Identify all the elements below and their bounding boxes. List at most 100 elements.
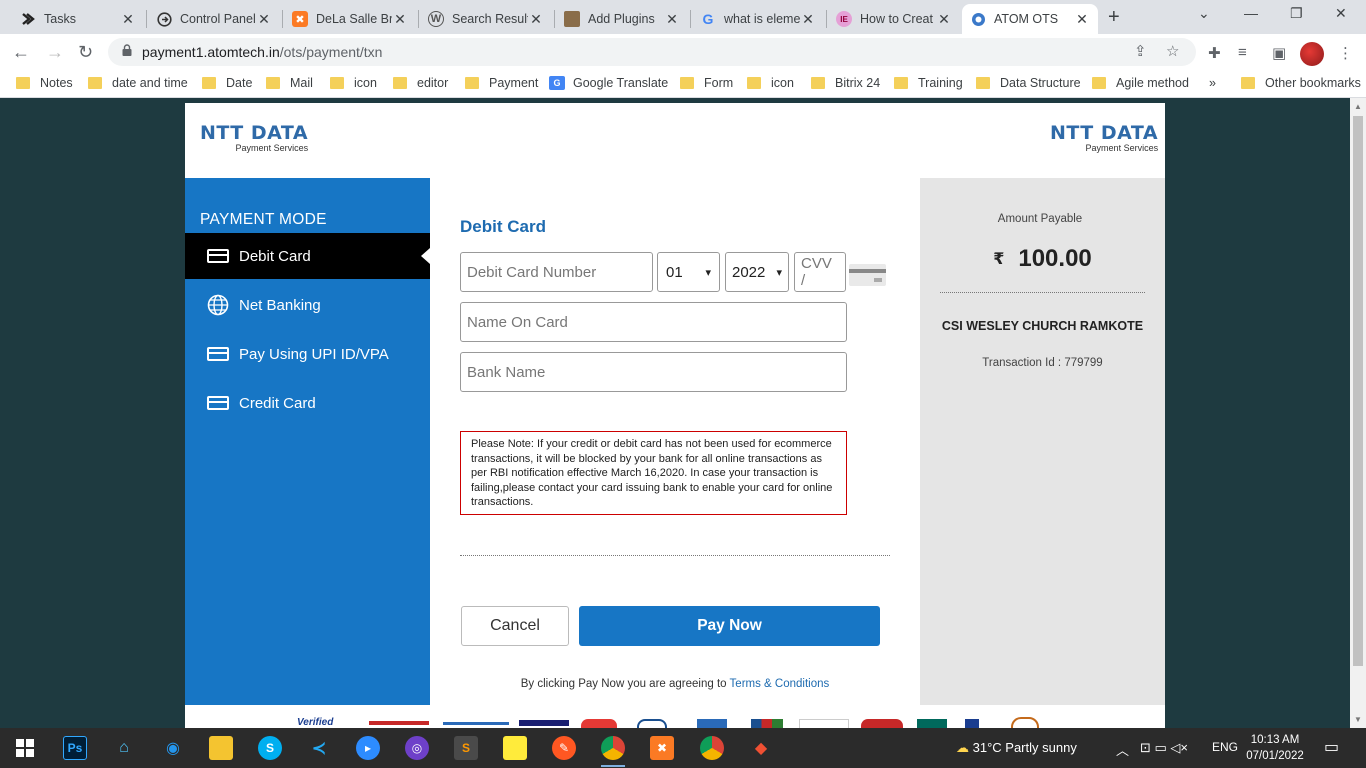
close-icon[interactable]: ✕ xyxy=(664,11,680,28)
scrollbar-thumb[interactable] xyxy=(1353,116,1363,666)
sidebar-item-debit-card[interactable]: Debit Card xyxy=(185,233,430,279)
year-value: 2022 xyxy=(732,263,766,281)
cancel-button[interactable]: Cancel xyxy=(461,606,569,646)
close-window-button[interactable]: ✕ xyxy=(1335,5,1347,22)
bank-name-input[interactable]: Bank Name xyxy=(460,352,847,392)
weather-widget[interactable]: ☁ 31°C Partly sunny xyxy=(956,740,1077,756)
wordpress-icon: W xyxy=(428,11,444,27)
scroll-down-icon[interactable]: ▼ xyxy=(1354,715,1362,724)
close-icon[interactable]: ✕ xyxy=(528,11,544,28)
bookmark-star-icon[interactable]: ☆ xyxy=(1166,42,1179,60)
name-on-card-input[interactable]: Name On Card xyxy=(460,302,847,342)
weather-icon: ☁ xyxy=(956,740,969,755)
close-icon[interactable]: ✕ xyxy=(1074,11,1090,28)
close-icon[interactable]: ✕ xyxy=(392,11,408,28)
reload-button[interactable]: ↻ xyxy=(78,42,93,63)
menu-icon[interactable]: ⋮ xyxy=(1338,44,1353,62)
tab-how-to-create[interactable]: IE How to Creat ✕ xyxy=(828,4,960,34)
bookmark-date[interactable]: Date xyxy=(202,76,252,90)
sidebar-item-upi[interactable]: Pay Using UPI ID/VPA xyxy=(185,331,430,377)
bookmark-bitrix[interactable]: Bitrix 24 xyxy=(811,76,880,90)
tab-label: Search Result xyxy=(452,12,528,26)
new-tab-button[interactable]: + xyxy=(1108,6,1120,29)
sidebar-item-label: Net Banking xyxy=(239,296,321,314)
pay-now-button[interactable]: Pay Now xyxy=(579,606,880,646)
chrome-alt-icon[interactable] xyxy=(700,736,724,760)
notification-icon[interactable]: ▭ xyxy=(1324,737,1339,757)
language-indicator[interactable]: ENG xyxy=(1212,740,1238,754)
tab-control-panel[interactable]: Control Panel ✕ xyxy=(148,4,280,34)
sticky-notes-icon[interactable] xyxy=(503,736,527,760)
bookmark-mail[interactable]: Mail xyxy=(266,76,313,90)
show-hidden-icons[interactable]: ︿ xyxy=(1116,740,1129,759)
taskbar-clock[interactable]: 10:13 AM 07/01/2022 xyxy=(1242,732,1308,764)
paint-icon[interactable]: ✎ xyxy=(552,736,576,760)
close-icon[interactable]: ✕ xyxy=(256,11,272,28)
terms-link[interactable]: Terms & Conditions xyxy=(730,678,830,690)
bookmark-training[interactable]: Training xyxy=(894,76,963,90)
tab-tasks[interactable]: Tasks ✕ xyxy=(12,4,144,34)
bookmark-payment[interactable]: Payment xyxy=(465,76,538,90)
tab-dela-salle[interactable]: ✖ DeLa Salle Br ✕ xyxy=(284,4,416,34)
system-tray-icons[interactable]: ⊡ ▭ ◁× xyxy=(1140,740,1188,756)
bookmark-editor[interactable]: editor xyxy=(393,76,448,90)
bookmark-label: Agile method xyxy=(1116,76,1189,90)
bookmark-data-structure[interactable]: Data Structure xyxy=(976,76,1081,90)
sublime-icon[interactable]: S xyxy=(454,736,478,760)
form-heading: Debit Card xyxy=(460,217,546,236)
forward-button[interactable]: → xyxy=(46,42,64,63)
tab-search-icon[interactable]: ⌄ xyxy=(1198,5,1210,22)
bookmark-icon[interactable]: icon xyxy=(330,76,377,90)
media-control-icon[interactable]: ≡ xyxy=(1238,44,1247,61)
skype-icon[interactable]: S xyxy=(258,736,282,760)
sidebar-item-credit-card[interactable]: Credit Card xyxy=(185,380,430,426)
cvv-input[interactable]: CVV / xyxy=(794,252,846,292)
share-icon[interactable]: ⇪ xyxy=(1134,42,1147,60)
close-icon[interactable]: ✕ xyxy=(120,11,136,28)
tab-search-result[interactable]: W Search Result ✕ xyxy=(420,4,552,34)
tab-separator xyxy=(146,10,147,28)
photoshop-icon[interactable]: Ps xyxy=(63,736,87,760)
bookmark-icon-2[interactable]: icon xyxy=(747,76,794,90)
tab-what-is-element[interactable]: G what is eleme ✕ xyxy=(692,4,824,34)
tab-add-plugins[interactable]: Add Plugins ✕ xyxy=(556,4,688,34)
expiry-year-select[interactable]: 2022 ▾ xyxy=(725,252,789,292)
page-scrollbar[interactable]: ▲ ▼ xyxy=(1350,98,1366,728)
bookmark-agile-method[interactable]: Agile method xyxy=(1092,76,1189,90)
restore-button[interactable]: ❐ xyxy=(1290,5,1303,22)
profile-avatar[interactable] xyxy=(1300,42,1324,66)
expiry-month-select[interactable]: 01 ▾ xyxy=(657,252,720,292)
card-number-input[interactable]: Debit Card Number xyxy=(460,252,653,292)
ntt-data-logo-right: NTT DATA Payment Services xyxy=(1050,123,1158,153)
side-panel-icon[interactable]: ▣ xyxy=(1272,44,1286,62)
address-bar[interactable]: payment1.atomtech.in/ots/payment/txn ⇪ ☆ xyxy=(108,38,1196,66)
scroll-up-icon[interactable]: ▲ xyxy=(1354,102,1362,111)
bookmark-notes[interactable]: Notes xyxy=(16,76,73,90)
docker-icon[interactable]: ◉ xyxy=(161,736,185,760)
bookmark-google-translate[interactable]: G Google Translate xyxy=(549,76,668,90)
tab-atom-ots[interactable]: ATOM OTS ✕ xyxy=(962,4,1098,34)
github-icon[interactable]: ◎ xyxy=(405,736,429,760)
close-icon[interactable]: ✕ xyxy=(800,11,816,28)
back-button[interactable]: ← xyxy=(12,42,30,63)
minimize-button[interactable]: — xyxy=(1244,5,1258,21)
tab-label: Tasks xyxy=(44,12,76,26)
more-bookmarks-button[interactable]: » xyxy=(1209,76,1216,90)
bookmark-form[interactable]: Form xyxy=(680,76,733,90)
tab-label: Add Plugins xyxy=(588,12,655,26)
chrome-icon[interactable] xyxy=(601,736,625,760)
other-bookmarks[interactable]: Other bookmarks xyxy=(1241,76,1361,90)
sidebar-item-net-banking[interactable]: Net Banking xyxy=(185,282,430,328)
bookmark-label: Data Structure xyxy=(1000,76,1081,90)
windows-start-icon[interactable] xyxy=(13,736,37,760)
git-icon[interactable]: ◆ xyxy=(749,736,773,760)
bookmark-date-and-time[interactable]: date and time xyxy=(88,76,188,90)
close-icon[interactable]: ✕ xyxy=(936,11,952,28)
extensions-icon[interactable]: ✚ xyxy=(1208,44,1221,62)
network-icon[interactable]: ⌂ xyxy=(112,736,136,760)
vscode-icon[interactable]: ≺ xyxy=(307,736,331,760)
file-explorer-icon[interactable] xyxy=(209,736,233,760)
xampp-icon[interactable]: ✖ xyxy=(650,736,674,760)
zoom-icon[interactable]: ▸ xyxy=(356,736,380,760)
diners-logo xyxy=(637,719,667,728)
